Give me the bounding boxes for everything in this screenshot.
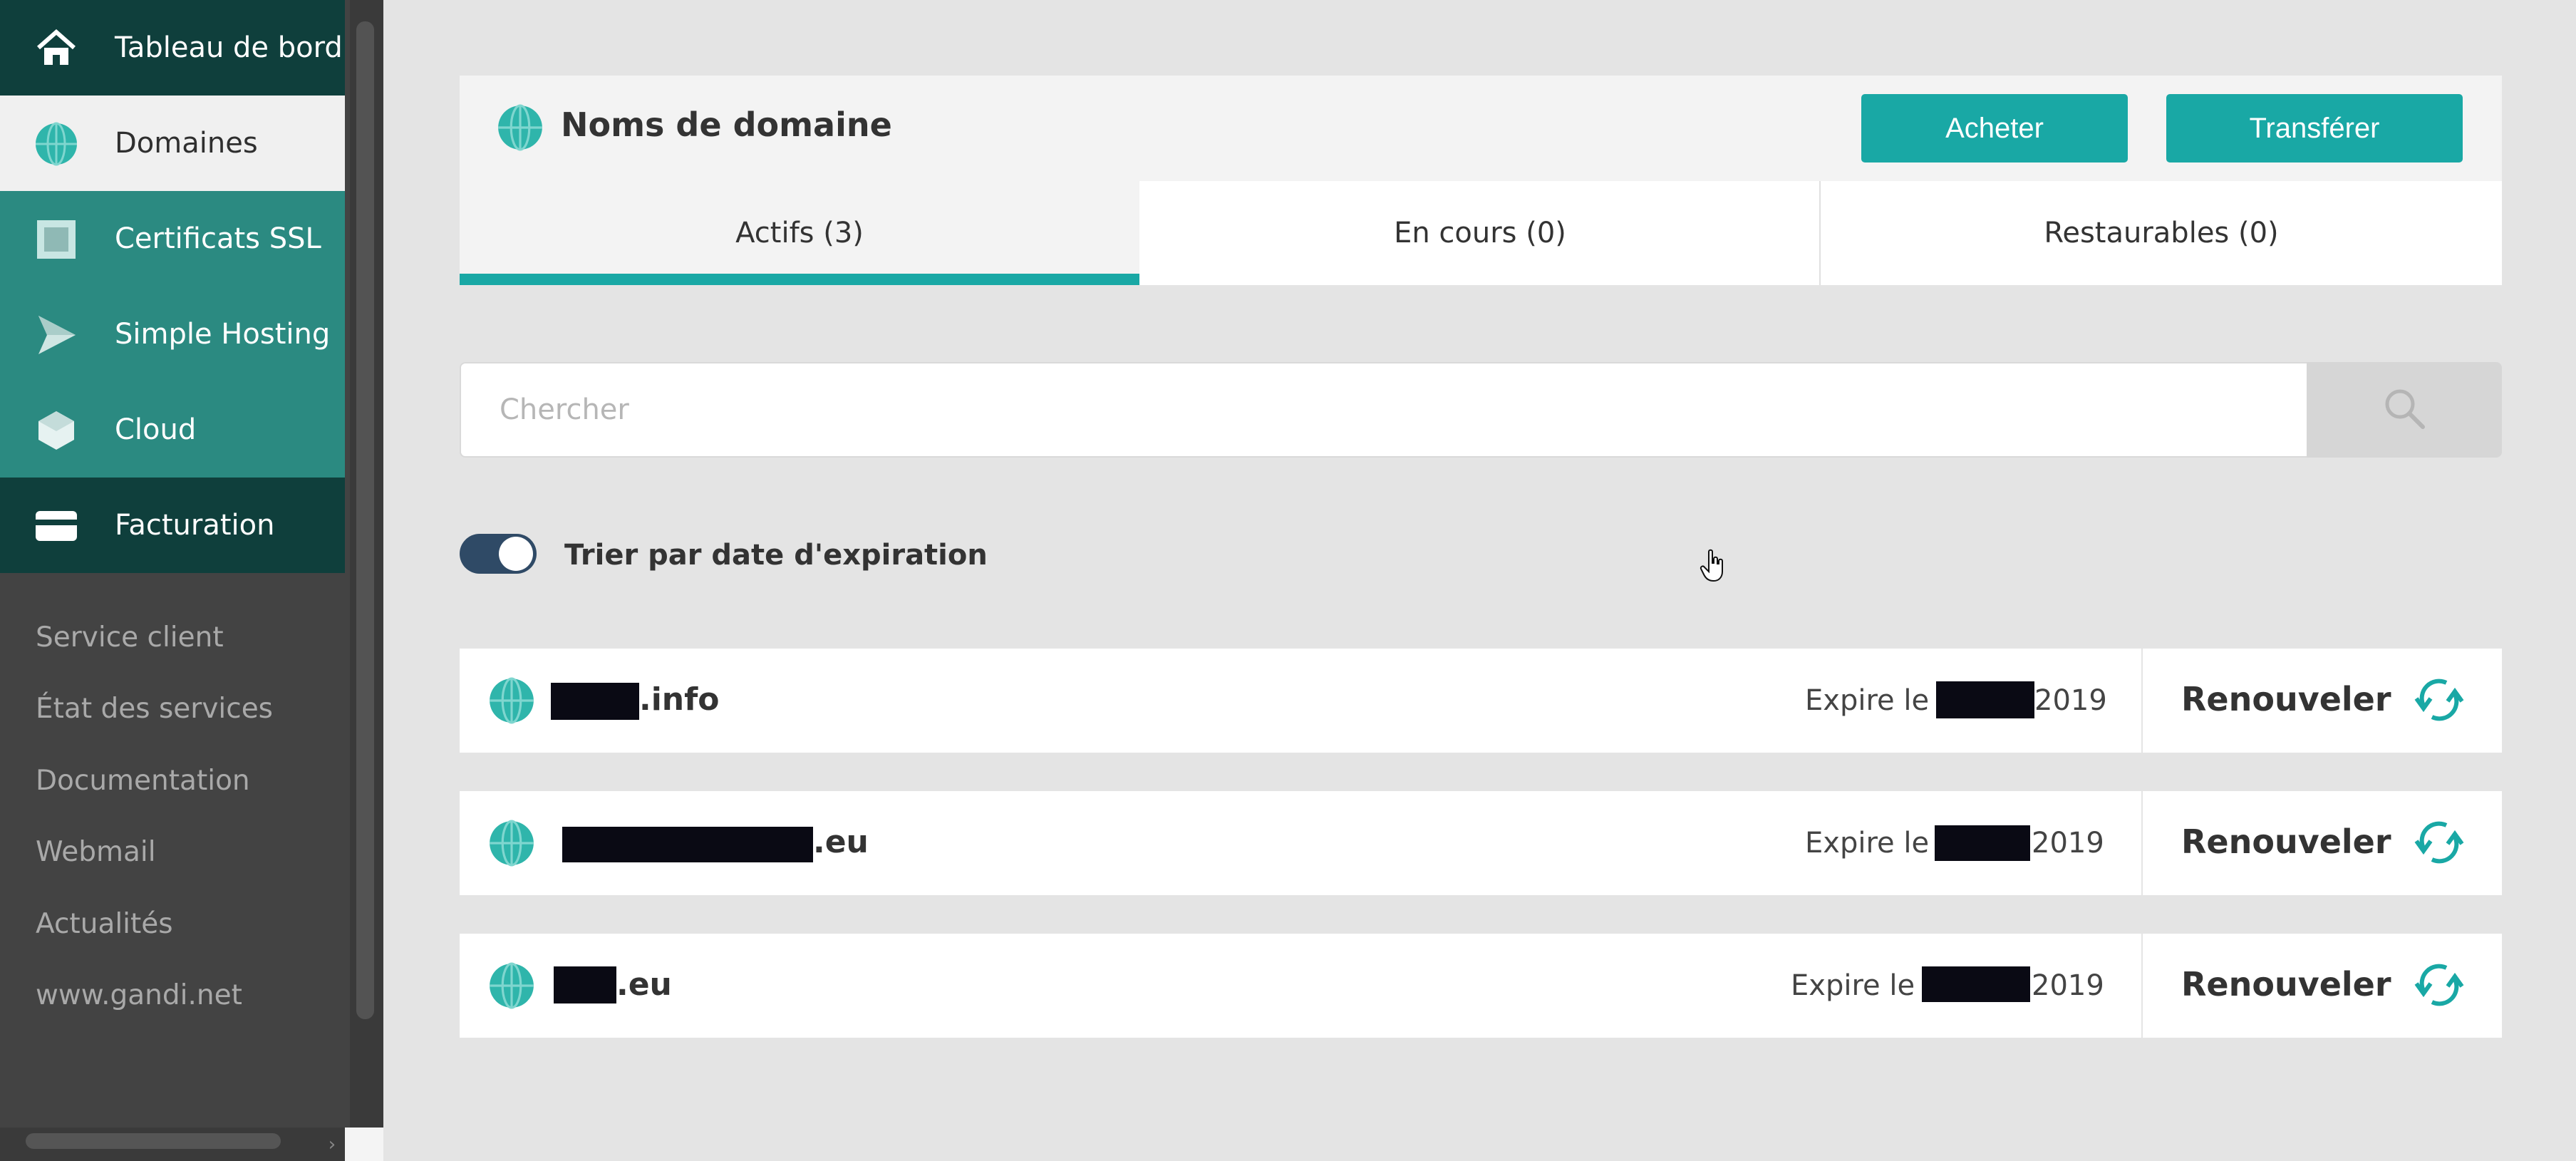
tab-restorable[interactable]: Restaurables (0) xyxy=(1821,181,2502,285)
sidebar-item-label: Cloud xyxy=(115,413,197,446)
home-icon xyxy=(34,26,78,71)
domain-row[interactable]: .info Expire le 2019 Renouveler xyxy=(460,649,2502,753)
sort-toggle-label: Trier par date d'expiration xyxy=(564,539,988,572)
search-input[interactable] xyxy=(460,362,2307,458)
sidebar-item-simple-hosting[interactable]: Simple Hosting xyxy=(0,287,345,382)
row-divider xyxy=(2141,934,2143,1038)
renew-icon[interactable] xyxy=(2414,674,2465,726)
expire-label: Expire le xyxy=(1805,684,1930,717)
search-icon xyxy=(2381,386,2427,434)
scroll-right-arrow-icon[interactable]: › xyxy=(319,1128,345,1161)
globe-icon xyxy=(497,104,544,151)
sidebar-item-label: Domaines xyxy=(115,127,258,160)
certificate-icon xyxy=(34,217,78,262)
expire-year: 2019 xyxy=(2032,969,2104,1002)
domain-row[interactable]: .eu Expire le 2019 Renouveler xyxy=(460,934,2502,1038)
redacted-expire-date xyxy=(1922,966,2030,1002)
domain-tld: .info xyxy=(639,681,720,718)
scrollbar-corner xyxy=(345,1128,383,1161)
globe-icon xyxy=(488,820,535,867)
hand-cursor-icon xyxy=(1699,549,1727,583)
transfer-button[interactable]: Transférer xyxy=(2166,94,2463,162)
redacted-domain-name xyxy=(551,683,639,720)
sidebar-item-label: Tableau de bord xyxy=(115,31,343,64)
redacted-domain-name xyxy=(554,966,616,1003)
tab-pending[interactable]: En cours (0) xyxy=(1139,181,1821,285)
globe-icon xyxy=(488,962,535,1009)
renew-icon[interactable] xyxy=(2414,817,2465,868)
domain-tabs: Actifs (3) En cours (0) Restaurables (0) xyxy=(460,181,2502,285)
sidebar-item-label: Facturation xyxy=(115,509,275,542)
sidebar-horizontal-scroll-thumb[interactable] xyxy=(26,1133,281,1149)
page-title: Noms de domaine xyxy=(561,105,892,144)
toggle-knob xyxy=(499,537,533,571)
renew-button[interactable]: Renouveler xyxy=(2181,822,2391,861)
link-gandi-website[interactable]: www.gandi.net xyxy=(36,979,242,1011)
expire-label: Expire le xyxy=(1791,969,1915,1002)
link-documentation[interactable]: Documentation xyxy=(36,765,250,797)
buy-button[interactable]: Acheter xyxy=(1861,94,2128,162)
sidebar-item-label: Simple Hosting xyxy=(115,318,331,351)
expire-year: 2019 xyxy=(2032,827,2104,860)
link-webmail[interactable]: Webmail xyxy=(36,836,156,868)
renew-button[interactable]: Renouveler xyxy=(2181,965,2391,1003)
link-customer-service[interactable]: Service client xyxy=(36,621,224,654)
credit-card-icon xyxy=(34,504,78,548)
sidebar-item-billing[interactable]: Facturation xyxy=(0,478,345,573)
sidebar-item-cloud[interactable]: Cloud xyxy=(0,382,345,478)
domain-tld: .eu xyxy=(813,824,869,860)
sidebar-item-label: Certificats SSL xyxy=(115,222,321,255)
tab-active[interactable]: Actifs (3) xyxy=(460,181,1139,285)
expire-label: Expire le xyxy=(1805,827,1930,860)
expire-year: 2019 xyxy=(2034,684,2107,717)
redacted-domain-name xyxy=(562,827,813,862)
sidebar-vertical-scroll-thumb[interactable] xyxy=(356,21,374,1019)
redacted-expire-date xyxy=(1936,681,2034,718)
link-service-status[interactable]: État des services xyxy=(36,693,273,725)
sidebar-item-domains[interactable]: Domaines xyxy=(0,96,345,191)
sidebar-item-ssl[interactable]: Certificats SSL xyxy=(0,191,345,287)
sidebar: Tableau de bord Domaines Certificats SSL… xyxy=(0,0,383,1161)
row-divider xyxy=(2141,649,2143,753)
sidebar-item-dashboard[interactable]: Tableau de bord xyxy=(0,0,345,96)
row-divider xyxy=(2141,791,2143,895)
renew-icon[interactable] xyxy=(2414,959,2465,1011)
globe-icon xyxy=(34,122,78,166)
domain-tld: .eu xyxy=(616,966,672,1003)
paper-plane-icon xyxy=(34,313,78,357)
renew-button[interactable]: Renouveler xyxy=(2181,680,2391,718)
domain-row[interactable]: .eu Expire le 2019 Renouveler xyxy=(460,791,2502,895)
search-button[interactable] xyxy=(2307,362,2502,458)
cube-icon xyxy=(34,408,78,453)
redacted-expire-date xyxy=(1935,825,2030,861)
globe-icon xyxy=(488,677,535,724)
link-news[interactable]: Actualités xyxy=(36,908,173,940)
